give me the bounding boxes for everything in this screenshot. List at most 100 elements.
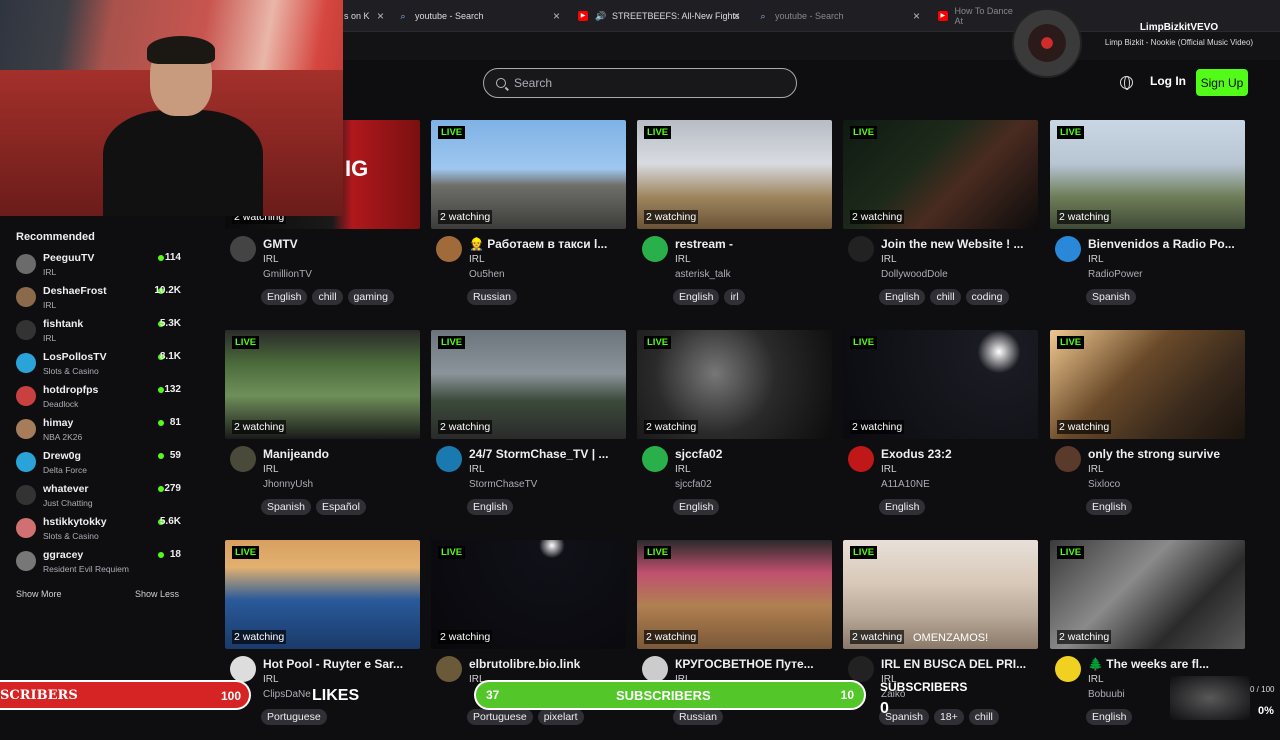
stream-username[interactable]: Ou5hen xyxy=(469,269,505,280)
sidebar-channel[interactable]: hotdropfps Deadlock 132 xyxy=(16,384,186,414)
stream-title[interactable]: Manijeando xyxy=(263,447,420,461)
close-icon[interactable]: × xyxy=(553,9,560,23)
sidebar-channel[interactable]: DeshaeFrost IRL 10.2K xyxy=(16,285,186,315)
stream-username[interactable]: Sixloco xyxy=(1088,479,1120,490)
stream-card[interactable]: LIVE 2 watching Join the new Website ! ...… xyxy=(843,120,1038,320)
search-input[interactable]: Search xyxy=(483,68,797,98)
tag-chip[interactable]: English xyxy=(1086,709,1133,725)
stream-username[interactable]: Bobuubi xyxy=(1088,689,1125,700)
sidebar-channel[interactable]: Drew0g Delta Force 59 xyxy=(16,450,186,480)
stream-card[interactable]: LIVE 2 watching 24/7 StormChase_TV | ... IR… xyxy=(431,330,626,530)
stream-thumbnail[interactable]: LIVE 2 watching xyxy=(843,120,1038,229)
tag-chip[interactable]: English xyxy=(879,499,926,515)
stream-category[interactable]: IRL xyxy=(675,464,691,475)
stream-thumbnail[interactable]: LIVE 2 watching xyxy=(637,120,832,229)
stream-username[interactable]: StormChaseTV xyxy=(469,479,537,490)
stream-card[interactable]: LIVE 2 watching restream - IRL asterisk_talk… xyxy=(637,120,832,320)
show-less-button[interactable]: Show Less xyxy=(135,589,179,599)
stream-category[interactable]: IRL xyxy=(881,464,897,475)
browser-tab[interactable]: ⌕ youtube - Search × xyxy=(390,4,566,28)
avatar[interactable] xyxy=(436,656,462,682)
stream-username[interactable]: ClipsDaNe xyxy=(263,689,311,700)
stream-category[interactable]: IRL xyxy=(675,254,691,265)
tag-chip[interactable]: gaming xyxy=(347,289,394,305)
stream-title[interactable]: Hot Pool - Ruyter e Sar... xyxy=(263,657,420,671)
tag-chip[interactable]: Spanish xyxy=(1086,289,1136,305)
stream-title[interactable]: Exodus 23:2 xyxy=(881,447,1038,461)
stream-title[interactable]: elbrutolibre.bio.link xyxy=(469,657,626,671)
stream-title[interactable]: 🌲 The weeks are fl... xyxy=(1088,657,1245,671)
stream-title[interactable]: Bienvenidos a Radio Po... xyxy=(1088,237,1245,251)
tag-chip[interactable]: pixelart xyxy=(537,709,584,725)
stream-title[interactable]: sjccfa02 xyxy=(675,447,832,461)
avatar[interactable] xyxy=(1055,446,1081,472)
stream-card[interactable]: LIVE2 watchingКРУГОСВЕТНОЕ Путе...IRLRus… xyxy=(637,540,832,740)
tag-chip[interactable]: Español xyxy=(315,499,366,515)
stream-title[interactable]: GMTV xyxy=(263,237,420,251)
stream-title[interactable]: only the strong survive xyxy=(1088,447,1245,461)
stream-thumbnail[interactable]: LIVE 2 watching xyxy=(225,540,420,649)
stream-card[interactable]: LIVE 2 watching elbrutolibre.bio.link IRL Po… xyxy=(431,540,626,740)
stream-thumbnail[interactable]: LIVE 2 watching xyxy=(431,330,626,439)
stream-card[interactable]: OMENZAMOS! LIVE 2 watching IRL EN BUSCA DEL… xyxy=(843,540,1038,740)
stream-card[interactable]: LIVE 2 watching Hot Pool - Ruyter e Sar...… xyxy=(225,540,420,740)
show-more-button[interactable]: Show More xyxy=(16,589,62,599)
stream-thumbnail[interactable]: LIVE 2 watching xyxy=(431,120,626,229)
stream-card[interactable]: LIVE 2 watching Bienvenidos a Radio Po... I… xyxy=(1050,120,1245,320)
browser-tab[interactable]: ⌕ youtube - Search × xyxy=(750,4,926,28)
tag-chip[interactable]: chill xyxy=(312,289,343,305)
tag-chip[interactable]: English xyxy=(673,289,720,305)
stream-card[interactable]: LIVE 2 watching Exodus 23:2 IRL A11A10NE Engl… xyxy=(843,330,1038,530)
stream-title[interactable]: КРУГОСВЕТНОЕ Путе... xyxy=(675,657,832,671)
sidebar-channel[interactable]: himay NBA 2K26 81 xyxy=(16,417,186,447)
close-icon[interactable]: × xyxy=(733,9,740,23)
stream-category[interactable]: IRL xyxy=(1088,674,1104,685)
avatar[interactable] xyxy=(230,446,256,472)
stream-card[interactable]: LIVE 2 watching 👷 Работаем в такси l... IRL… xyxy=(431,120,626,320)
stream-category[interactable]: IRL xyxy=(1088,254,1104,265)
tag-chip[interactable]: English xyxy=(1086,499,1133,515)
stream-username[interactable]: sjccfa02 xyxy=(675,479,712,490)
sidebar-channel[interactable]: LosPollosTV Slots & Casino 8.1K xyxy=(16,351,186,381)
stream-username[interactable]: A11A10NE xyxy=(881,479,930,490)
stream-username[interactable]: RadioPower xyxy=(1088,269,1142,280)
tag-chip[interactable]: Portuguese xyxy=(467,709,533,725)
avatar[interactable] xyxy=(1055,656,1081,682)
tag-chip[interactable]: Portuguese xyxy=(261,709,327,725)
close-icon[interactable]: × xyxy=(913,9,920,23)
tag-chip[interactable]: Spanish xyxy=(261,499,311,515)
stream-username[interactable]: GmillionTV xyxy=(263,269,312,280)
stream-thumbnail[interactable]: OMENZAMOS! LIVE 2 watching xyxy=(843,540,1038,649)
browser-tab[interactable]: ▶ How To Dance At xyxy=(930,4,1020,28)
avatar[interactable] xyxy=(642,236,668,262)
stream-category[interactable]: IRL xyxy=(881,254,897,265)
tag-chip[interactable]: English xyxy=(673,499,720,515)
stream-card[interactable]: LIVE 2 watching only the strong survive IRL… xyxy=(1050,330,1245,530)
stream-title[interactable]: restream - xyxy=(675,237,832,251)
avatar[interactable] xyxy=(436,236,462,262)
stream-title[interactable]: IRL EN BUSCA DEL PRI... xyxy=(881,657,1038,671)
stream-username[interactable]: DollywoodDole xyxy=(881,269,948,280)
stream-username[interactable]: JhonnyUsh xyxy=(263,479,313,490)
tag-chip[interactable]: 18+ xyxy=(933,709,964,725)
sidebar-channel[interactable]: hstikkytokky Slots & Casino 5.6K xyxy=(16,516,186,546)
stream-category[interactable]: IRL xyxy=(1088,464,1104,475)
tag-chip[interactable]: chill xyxy=(968,709,999,725)
browser-tab[interactable]: s on K × xyxy=(336,4,390,28)
sidebar-channel[interactable]: fishtank IRL 5.3K xyxy=(16,318,186,348)
sidebar-channel[interactable]: whatever Just Chatting 279 xyxy=(16,483,186,513)
tag-chip[interactable]: irl xyxy=(724,289,745,305)
stream-thumbnail[interactable]: LIVE 2 watching xyxy=(1050,540,1245,649)
stream-card[interactable]: LIVE 2 watching sjccfa02 IRL sjccfa02 English xyxy=(637,330,832,530)
stream-category[interactable]: IRL xyxy=(263,254,279,265)
close-icon[interactable]: × xyxy=(377,9,384,23)
stream-category[interactable]: IRL xyxy=(469,464,485,475)
avatar[interactable] xyxy=(848,236,874,262)
tag-chip[interactable]: chill xyxy=(930,289,961,305)
avatar[interactable] xyxy=(848,446,874,472)
stream-title[interactable]: Join the new Website ! ... xyxy=(881,237,1038,251)
stream-category[interactable]: IRL xyxy=(469,254,485,265)
avatar[interactable] xyxy=(230,656,256,682)
tag-chip[interactable]: English xyxy=(879,289,926,305)
stream-title[interactable]: 24/7 StormChase_TV | ... xyxy=(469,447,626,461)
